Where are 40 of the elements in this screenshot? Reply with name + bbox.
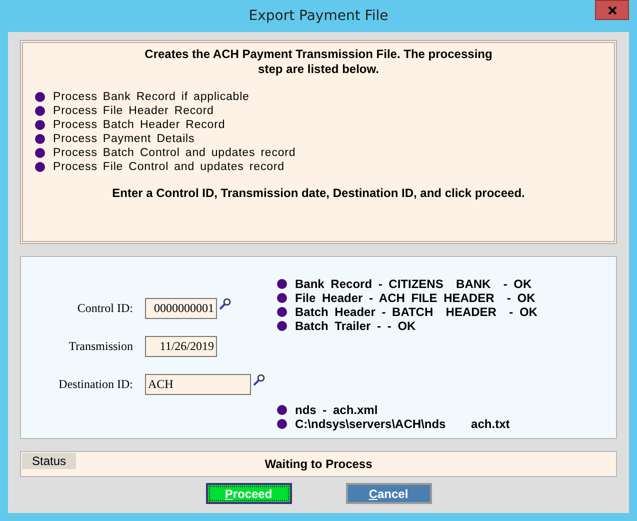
result-text: Bank Record - CITIZENS BANK - OK <box>295 277 532 291</box>
bullet-icon <box>35 106 45 116</box>
result-text: Batch Header - BATCH HEADER - OK <box>295 305 538 319</box>
field-label: Control ID: <box>76 300 133 316</box>
bullet-icon <box>35 120 45 130</box>
input-field[interactable]: ACH <box>145 374 251 394</box>
status-label: Status <box>22 453 76 469</box>
input-field[interactable]: 11/26/2019 <box>145 336 217 356</box>
description-heading: Creates the ACH Payment Transmission File. The processing step are listed below. <box>144 47 494 77</box>
cancel-button[interactable]: Cancel <box>346 483 432 504</box>
bullet-icon <box>277 405 287 415</box>
window-title: Export Payment File <box>248 8 388 24</box>
step-text: Process Batch Control and updates record <box>53 147 296 159</box>
step-text: Process File Control and updates record <box>53 161 284 173</box>
step-text: Process File Header Record <box>53 105 214 117</box>
result-text: Batch Trailer - - OK <box>295 319 416 333</box>
result-text: File Header - ACH FILE HEADER - OK <box>295 291 536 305</box>
bullet-icon <box>277 307 287 317</box>
bullet-icon <box>35 148 45 158</box>
step-text: Process Bank Record if applicable <box>53 91 250 103</box>
file-path-text: nds - ach.xml <box>295 403 378 417</box>
input-field[interactable]: 0000000001 <box>145 298 217 318</box>
step-text: Process Payment Details <box>53 133 195 145</box>
file-path-text: C:\ndsys\servers\ACH\nds ach.txt <box>295 417 510 431</box>
field-label: Destination ID: <box>58 376 133 392</box>
bullet-icon <box>35 134 45 144</box>
field-label: Transmission <box>68 338 133 354</box>
bullet-icon <box>277 321 287 331</box>
step-text: Process Batch Header Record <box>53 119 226 131</box>
bullet-icon <box>277 419 287 429</box>
bullet-icon <box>277 279 287 289</box>
close-icon <box>608 6 616 14</box>
bullet-icon <box>35 162 45 172</box>
status-message: Waiting to Process <box>264 457 372 471</box>
magnifier-icon[interactable] <box>219 298 231 310</box>
bullet-icon <box>277 293 287 303</box>
close-button[interactable] <box>595 0 629 20</box>
instruction-text: Enter a Control ID, Transmission date, Destination ID, and click proceed. <box>111 186 526 200</box>
magnifier-icon[interactable] <box>253 374 265 386</box>
bullet-icon <box>35 92 45 102</box>
